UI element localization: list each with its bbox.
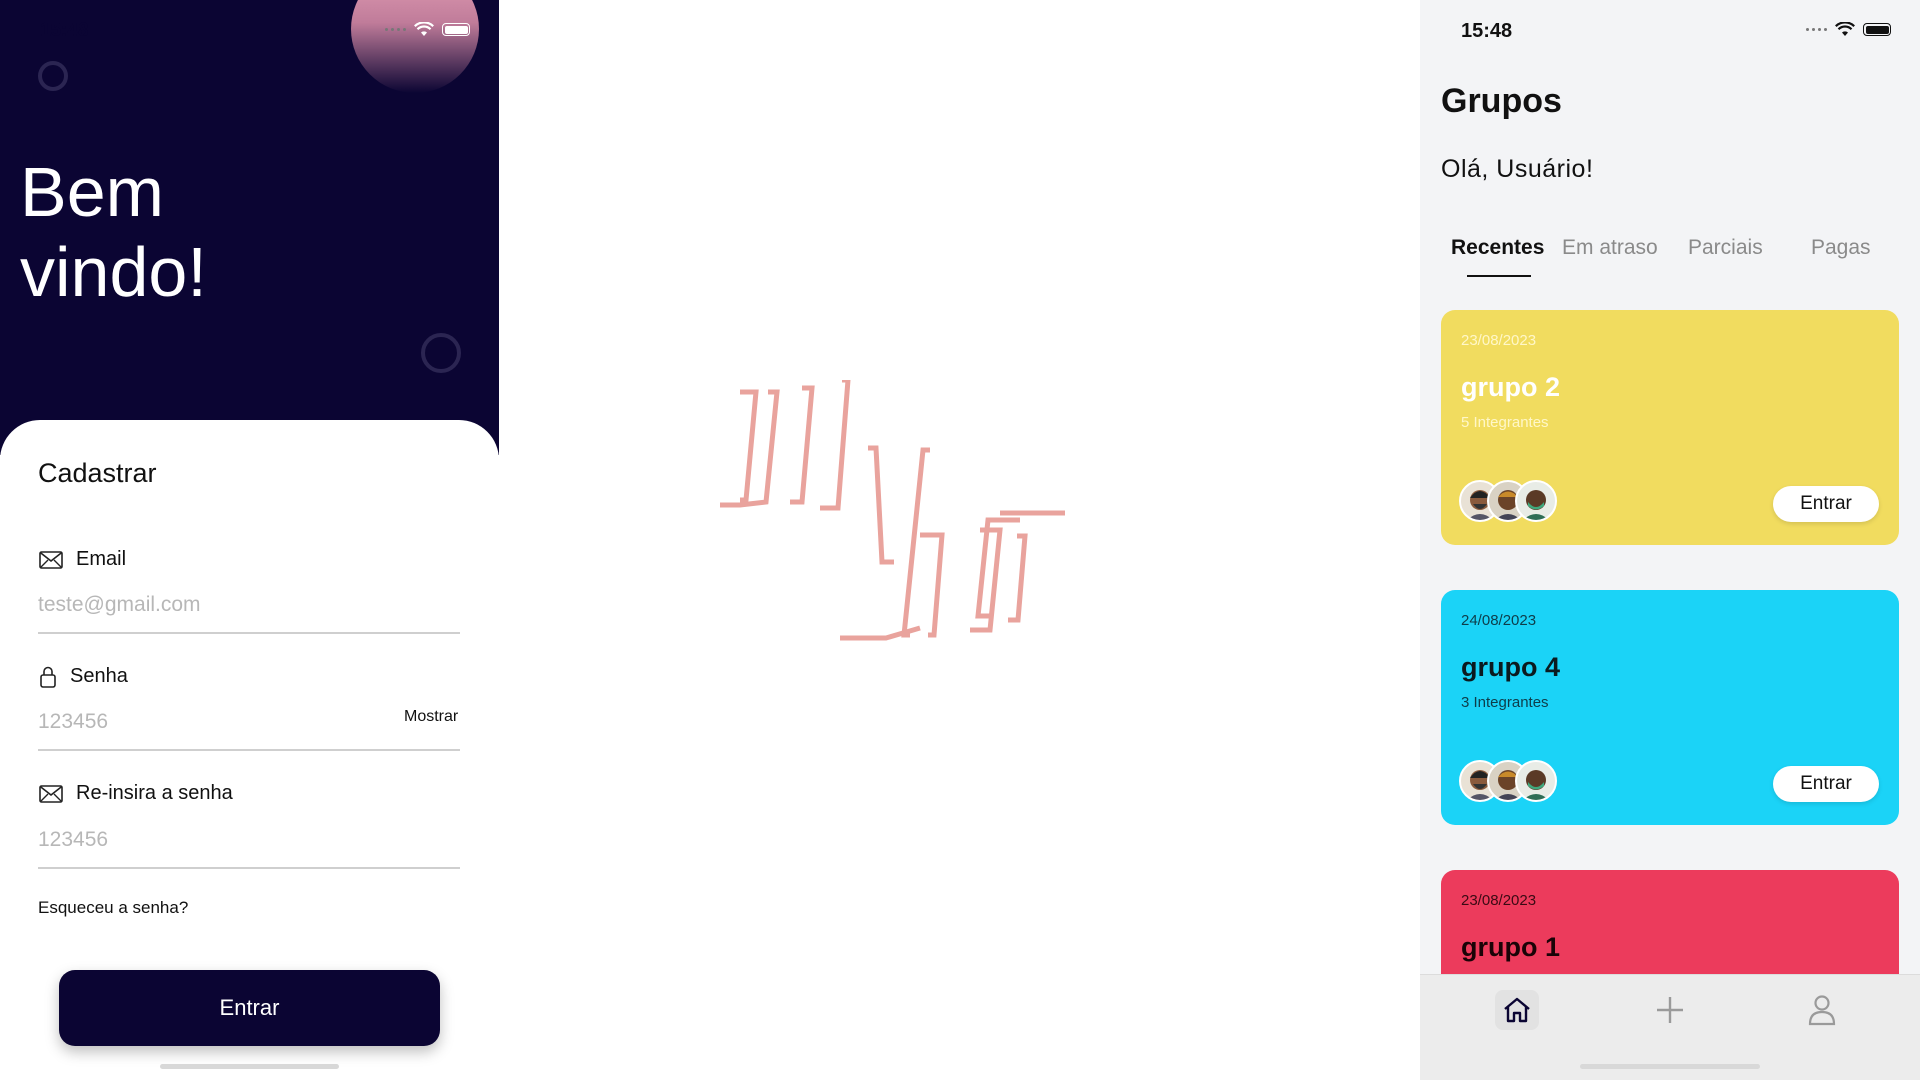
- group-date: 23/08/2023: [1461, 332, 1537, 349]
- form-title: Cadastrar: [38, 458, 157, 488]
- wifi-icon: [414, 22, 434, 36]
- group-members: 3 Integrantes: [1461, 694, 1549, 711]
- password-label-text: Senha: [70, 665, 128, 687]
- repeat-label-text: Re-insira a senha: [76, 782, 233, 804]
- logo-stroke: [740, 389, 759, 503]
- decorative-ring: [421, 333, 461, 373]
- status-icons: [1806, 22, 1891, 37]
- group-date: 23/08/2023: [1461, 892, 1537, 909]
- password-underline: [38, 749, 460, 751]
- wifi-icon: [1835, 22, 1855, 36]
- signal-icon: [385, 28, 406, 31]
- welcome-title: Bem vindo!: [20, 152, 420, 312]
- home-icon[interactable]: [1495, 990, 1539, 1030]
- tab-pagas[interactable]: Pagas: [1811, 236, 1871, 260]
- page-title: Grupos: [1441, 82, 1562, 120]
- home-indicator: [160, 1064, 339, 1069]
- repeat-underline: [38, 867, 460, 869]
- logo-stroke: [901, 447, 930, 638]
- logo-stroke: [820, 380, 851, 511]
- forgot-password-link[interactable]: Esqueceu a senha?: [38, 898, 188, 918]
- user-icon[interactable]: [1800, 990, 1844, 1030]
- app-logo: [720, 380, 1065, 641]
- group-card[interactable]: 24/08/2023 grupo 4 3 Integrantes Entrar: [1441, 590, 1899, 825]
- password-field[interactable]: 123456: [38, 710, 108, 734]
- password-label: Senha: [38, 665, 128, 688]
- email-label-text: Email: [76, 548, 127, 570]
- show-password-button[interactable]: Mostrar: [404, 708, 458, 726]
- home-indicator: [1580, 1064, 1760, 1069]
- logo-stroke: [1008, 533, 1028, 623]
- email-field[interactable]: teste@gmail.com: [38, 593, 201, 617]
- tab-parciais[interactable]: Parciais: [1688, 236, 1763, 260]
- greeting: Olá, Usuário!: [1441, 155, 1594, 183]
- welcome-line-1: Bem: [20, 153, 164, 231]
- member-avatars: [1459, 760, 1557, 802]
- member-avatars: [1459, 480, 1557, 522]
- status-time: 15:48: [40, 20, 89, 41]
- signal-icon: [1806, 28, 1827, 31]
- avatar: [1515, 480, 1557, 522]
- plus-icon[interactable]: [1648, 990, 1692, 1030]
- tab-recentes[interactable]: Recentes: [1451, 236, 1544, 260]
- battery-icon: [1863, 23, 1891, 36]
- mail-icon: [38, 549, 64, 571]
- email-label: Email: [38, 548, 126, 571]
- status-icons: [385, 22, 470, 37]
- group-card[interactable]: 23/08/2023 grupo 2 5 Integrantes Entrar: [1441, 310, 1899, 545]
- group-name: grupo 4: [1461, 652, 1560, 682]
- join-group-button[interactable]: Entrar: [1773, 486, 1879, 522]
- join-group-button[interactable]: Entrar: [1773, 766, 1879, 802]
- decorative-ring: [38, 61, 68, 91]
- repeat-password-field[interactable]: 123456: [38, 828, 108, 852]
- submit-button[interactable]: Entrar: [59, 970, 440, 1046]
- repeat-password-label: Re-insira a senha: [38, 782, 233, 805]
- logo-stroke: [920, 532, 945, 638]
- lock-icon: [38, 666, 58, 688]
- status-time: 15:48: [1461, 20, 1513, 42]
- active-tab-indicator: [1467, 275, 1531, 277]
- group-card[interactable]: 23/08/2023 grupo 1: [1441, 870, 1899, 974]
- avatar: [1515, 760, 1557, 802]
- tab-em-atraso[interactable]: Em atraso: [1562, 236, 1658, 260]
- group-members: 5 Integrantes: [1461, 414, 1549, 431]
- mail-icon: [38, 783, 64, 805]
- group-date: 24/08/2023: [1461, 612, 1537, 629]
- welcome-line-2: vindo!: [20, 233, 207, 311]
- battery-icon: [442, 23, 470, 36]
- email-underline: [38, 632, 460, 634]
- group-name: grupo 2: [1461, 372, 1560, 402]
- group-name: grupo 1: [1461, 932, 1560, 962]
- logo-stroke: [790, 385, 815, 505]
- logo-stroke: [868, 445, 894, 565]
